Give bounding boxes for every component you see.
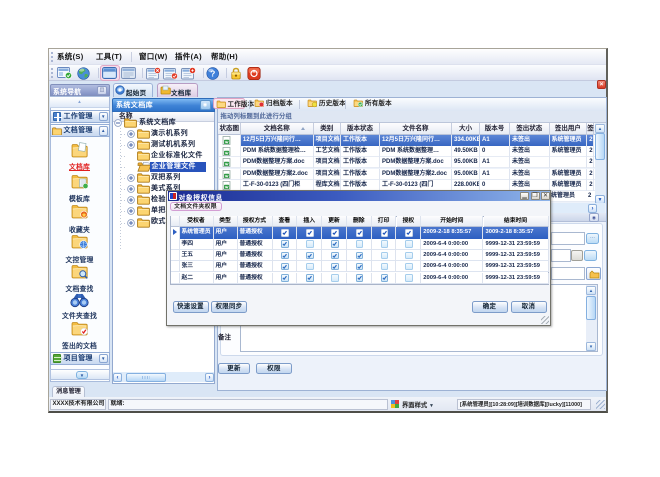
svg-text:?: ? (210, 68, 215, 78)
